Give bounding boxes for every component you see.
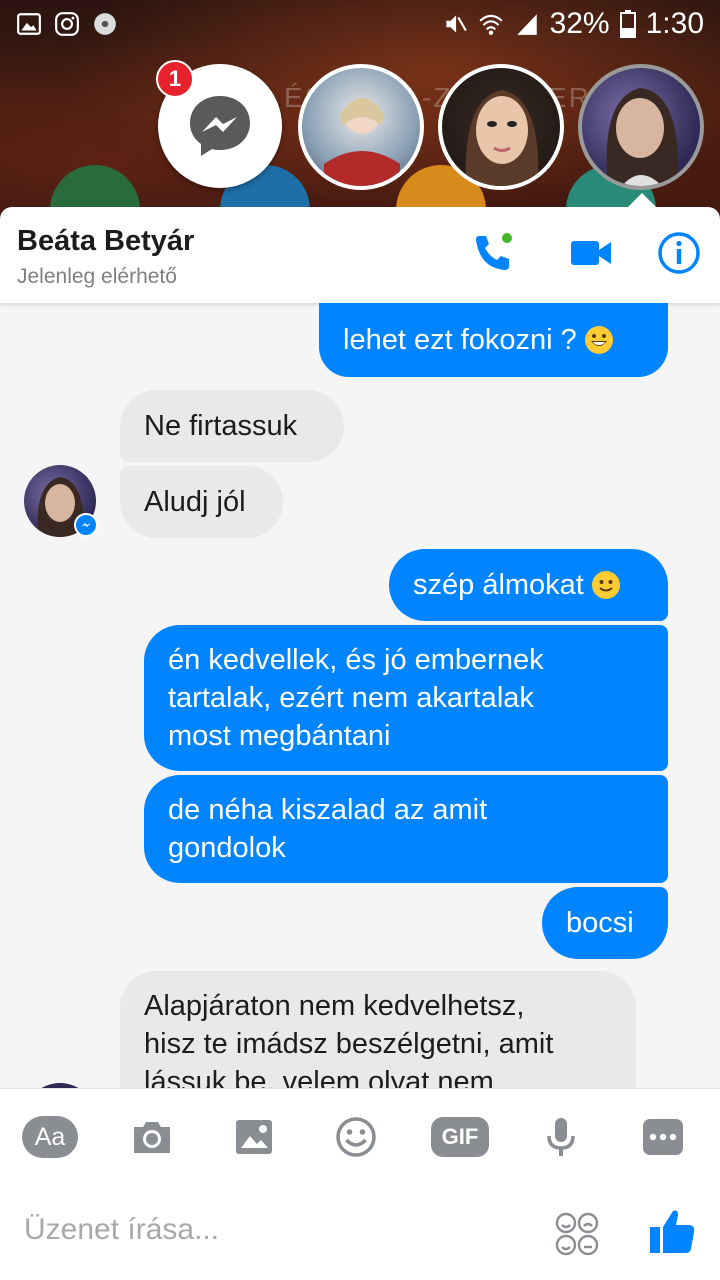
like-button[interactable] (646, 1205, 698, 1257)
instagram-icon (55, 12, 79, 36)
contact-status: Jelenleg elérhető (17, 265, 177, 288)
message-text: bocsi (566, 907, 634, 939)
avatar-image (606, 88, 679, 186)
music-disc-icon (94, 13, 116, 35)
message-text: most megbántani (168, 720, 391, 752)
gallery-icon (17, 13, 41, 35)
voice-call-button[interactable] (470, 230, 516, 276)
info-icon (658, 232, 700, 274)
gif-button[interactable]: GIF (430, 1109, 490, 1165)
camera-icon (134, 1122, 170, 1153)
message-composer: Aa GIF Üzenet írása... (0, 1088, 720, 1280)
notification-badge: 1 (156, 60, 194, 98)
message-thread[interactable]: lehet ezt fokozni ? Ne firtassuk Aludj j… (0, 303, 720, 1088)
avatar-image (465, 90, 539, 186)
battery-percent: 32% (549, 7, 610, 40)
message-text: gondolok (168, 832, 286, 864)
gif-label: GIF (441, 1124, 479, 1149)
phone-icon (476, 233, 512, 270)
message-bubble-outgoing[interactable]: de néha kiszalad az amit gondolok (144, 775, 668, 883)
more-options-button[interactable] (635, 1109, 691, 1165)
message-input[interactable]: Üzenet írása... (24, 1213, 219, 1247)
clock: 1:30 (645, 7, 704, 40)
sticker-faces-icon (555, 1212, 599, 1256)
message-bubble-outgoing[interactable]: szép álmokat (389, 549, 668, 621)
smiley-icon (336, 1117, 376, 1157)
message-text: tartalak, ezért nem akartalak (168, 682, 534, 714)
message-text: de néha kiszalad az amit (168, 794, 488, 826)
message-text: Aludj jól (144, 486, 246, 518)
message-text: lássuk be, velem olyat nem (144, 1066, 494, 1088)
message-bubble-incoming[interactable]: Alapjáraton nem kedvelhetsz, hisz te imá… (120, 971, 636, 1088)
chat-head-avatar[interactable] (438, 64, 564, 190)
chat-head-avatar[interactable] (298, 64, 424, 190)
more-icon (643, 1119, 683, 1155)
stickers-button[interactable] (554, 1211, 600, 1257)
video-camera-icon (571, 241, 611, 265)
video-call-button[interactable] (568, 230, 614, 276)
camera-button[interactable] (124, 1109, 180, 1165)
smiling-emoji-icon (591, 571, 620, 599)
contact-name[interactable]: Beáta Betyár (17, 225, 194, 258)
grinning-emoji-icon (584, 326, 613, 354)
aa-label: Aa (34, 1122, 66, 1151)
avatar-image (324, 98, 400, 186)
status-bar: 32% 1:30 (0, 0, 720, 48)
signal-icon (516, 14, 537, 35)
voice-message-button[interactable] (533, 1109, 589, 1165)
message-bubble-incoming[interactable]: Aludj jól (120, 466, 283, 538)
gif-icon: GIF (431, 1117, 489, 1157)
text-format-button[interactable]: Aa (22, 1109, 78, 1165)
message-bubble-incoming[interactable]: Ne firtassuk (120, 390, 344, 462)
image-icon (236, 1120, 272, 1154)
chat-head-avatar[interactable] (578, 64, 704, 190)
message-bubble-outgoing[interactable]: én kedvellek, és jó embernek tartalak, e… (144, 625, 668, 771)
message-text: szép álmokat (413, 569, 584, 601)
info-button[interactable] (656, 230, 702, 276)
aa-icon: Aa (22, 1116, 78, 1158)
message-bubble-outgoing[interactable]: bocsi (542, 887, 668, 959)
message-bubble-outgoing[interactable]: lehet ezt fokozni ? (319, 303, 668, 377)
microphone-icon (547, 1118, 575, 1156)
message-text: lehet ezt fokozni ? (343, 324, 577, 356)
thumbs-up-icon (650, 1210, 695, 1253)
mute-icon (445, 15, 467, 33)
battery-icon (619, 10, 636, 38)
message-text: Ne firtassuk (144, 410, 298, 442)
message-text: én kedvellek, és jó embernek (168, 644, 544, 676)
messenger-badge-icon (74, 513, 98, 537)
messenger-icon (190, 96, 250, 156)
gallery-button[interactable] (226, 1109, 282, 1165)
wifi-icon (479, 14, 503, 35)
emoji-button[interactable] (328, 1109, 384, 1165)
message-text: hisz te imádsz beszélgetni, amit (144, 1028, 554, 1060)
message-text: Alapjáraton nem kedvelhetsz, (144, 990, 525, 1022)
